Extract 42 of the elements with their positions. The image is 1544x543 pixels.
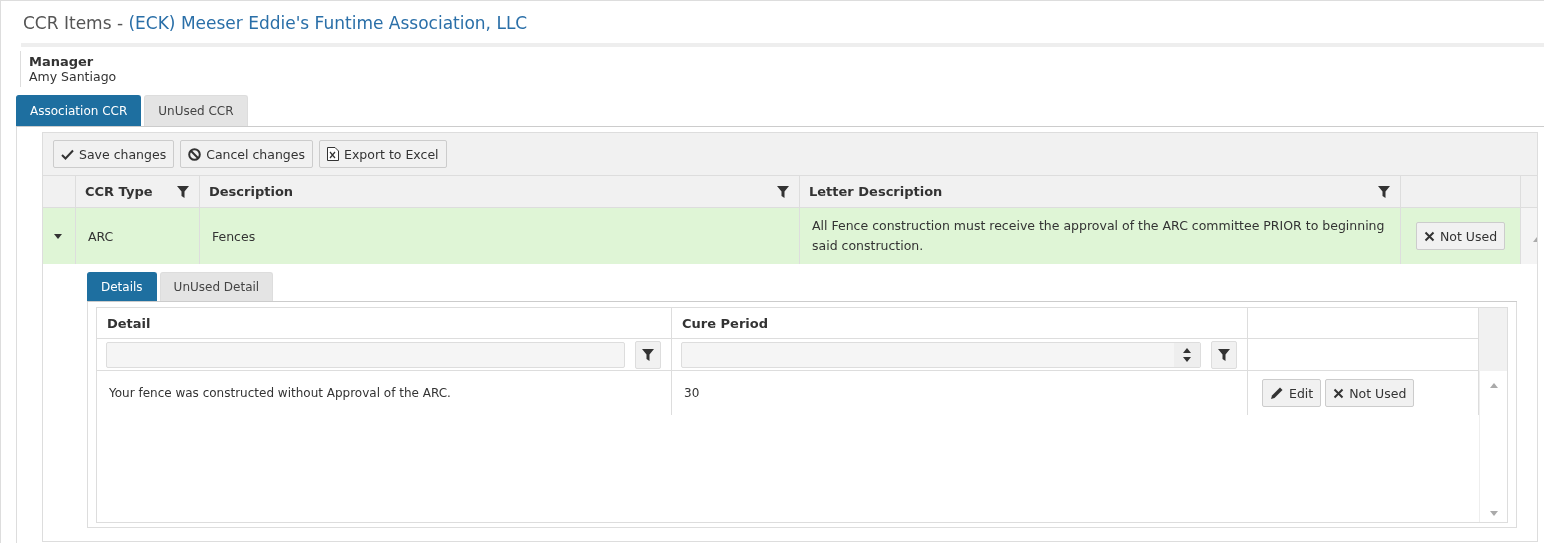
prohibited-icon [188, 147, 202, 161]
pencil-icon [1270, 386, 1284, 400]
table-cell: 30 [684, 386, 700, 400]
table-row[interactable]: ARC Fences All Fence construction must receive the approval of the ARC committee PRIOR to beginning said construction. Not Used [43, 208, 1537, 264]
manager-name: Amy Santiago [29, 69, 118, 84]
tab[interactable]: Details [87, 272, 157, 301]
filter-field[interactable] [106, 341, 625, 368]
manager-label: Manager [29, 54, 95, 69]
spinner-icon[interactable] [1183, 347, 1191, 362]
column-header: Cure Period [682, 315, 768, 331]
column-header: Letter Description [809, 184, 943, 199]
table-cell: Fences [212, 228, 256, 244]
column-header: CCR Type [85, 184, 153, 199]
filter-icon[interactable] [177, 185, 189, 198]
filter-icon[interactable] [777, 185, 789, 198]
checkmark-icon [61, 148, 74, 160]
cancel-button[interactable]: Cancel changes [180, 140, 313, 168]
excel-button[interactable]: Export to Excel [319, 140, 447, 168]
filter-icon[interactable] [1218, 348, 1230, 361]
filter-button[interactable] [1211, 340, 1237, 369]
spreadsheet-file-icon [327, 147, 339, 161]
column-header: Description [209, 184, 294, 199]
association-name: (ECK) Meeser Eddie's Funtime Association, LLC [128, 13, 528, 33]
tab[interactable]: UnUsed CCR [144, 95, 248, 126]
close-icon [1423, 230, 1435, 242]
table-cell: Your fence was constructed without Approval of the ARC. [109, 386, 451, 400]
number-filter-field[interactable] [681, 341, 1201, 368]
table-cell: ARC [88, 228, 114, 244]
filter-icon[interactable] [642, 348, 654, 361]
filter-icon[interactable] [1378, 185, 1390, 198]
tab[interactable]: UnUsed Detail [159, 272, 274, 301]
not-used-button[interactable]: Not Used [1325, 379, 1415, 407]
column-header: Detail [107, 315, 151, 331]
filter-button[interactable] [635, 340, 661, 369]
page-title: CCR Items - [23, 13, 125, 33]
expand-caret-icon[interactable] [54, 232, 62, 240]
table-cell-text: All Fence construction must receive the approval of the ARC committee PRIOR to beginning said construction. [812, 217, 1386, 255]
not-used-button[interactable]: Not Used [1415, 222, 1506, 250]
save-button[interactable]: Save changes [53, 140, 175, 168]
tab[interactable]: Association CCR [16, 95, 142, 126]
close-icon [1333, 387, 1345, 399]
edit-button[interactable]: Edit [1262, 379, 1322, 407]
